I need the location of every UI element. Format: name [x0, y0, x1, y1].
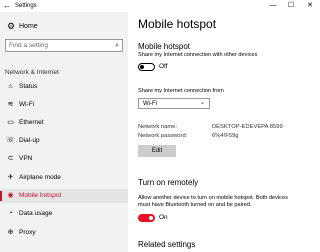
- share-from-label: Share my Internet connection from: [138, 88, 224, 94]
- maximize-button[interactable]: ☐: [283, 0, 299, 12]
- sidebar-item-airplane-mode[interactable]: ✈ Airplane mode: [0, 171, 128, 185]
- main-content: Mobile hotspot Mobile hotspot Share my I…: [128, 12, 320, 252]
- wifi-icon: ≋: [7, 101, 14, 108]
- back-arrow-icon[interactable]: ←: [3, 1, 11, 11]
- vpn-icon: ⊂: [7, 155, 14, 162]
- sidebar-item-wifi[interactable]: ≋ Wi-Fi: [0, 98, 128, 112]
- edit-button[interactable]: Edit: [138, 145, 176, 157]
- related-settings-heading: Related settings: [138, 240, 196, 249]
- page-title: Mobile hotspot: [138, 17, 217, 31]
- sidebar-item-vpn[interactable]: ⊂ VPN: [0, 152, 128, 166]
- hotspot-toggle[interactable]: [138, 63, 155, 71]
- hotspot-description: Share my Internet connection with other …: [138, 52, 258, 58]
- minimize-button[interactable]: —: [265, 0, 281, 12]
- status-icon: ⌂: [8, 83, 13, 90]
- hotspot-toggle-state: Off: [159, 63, 168, 70]
- network-name-value: DESKTOP-EDEVEPA 8599: [212, 124, 283, 130]
- network-password-value: 6%4!F59g: [212, 133, 239, 139]
- home-link[interactable]: ⚙ Home: [0, 20, 128, 34]
- window-title: Settings: [15, 3, 37, 9]
- search-icon[interactable]: ⌕: [115, 41, 119, 50]
- remote-heading: Turn on remotely: [138, 178, 199, 187]
- sidebar-item-label: Data usage: [19, 210, 53, 217]
- share-from-selected: Wi-Fi: [143, 101, 157, 107]
- sidebar-item-label: Wi-Fi: [19, 101, 35, 108]
- search-input[interactable]: Find a setting ⌕: [5, 39, 123, 52]
- network-password-label: Network password:: [138, 133, 188, 139]
- close-button[interactable]: ✕: [302, 0, 318, 12]
- phone-icon: ☏: [6, 137, 15, 144]
- sidebar-item-mobile-hotspot[interactable]: ◉ Mobile hotspot: [0, 189, 128, 203]
- network-name-label: Network name:: [138, 124, 177, 130]
- gear-icon: ⚙: [7, 21, 16, 31]
- home-label: Home: [19, 23, 38, 30]
- remote-description-line2: must have Bluetooth turned on and be pai…: [138, 202, 252, 208]
- chevron-down-icon: ⌄: [199, 100, 205, 106]
- sidebar-item-status[interactable]: ⌂ Status: [0, 80, 128, 94]
- hotspot-icon: ◉: [7, 192, 14, 199]
- airplane-icon: ✈: [7, 174, 14, 181]
- sidebar-item-label: Proxy: [19, 229, 36, 236]
- search-placeholder: Find a setting: [9, 42, 49, 49]
- sidebar-item-label: Ethernet: [19, 119, 44, 126]
- ethernet-icon: ▭: [7, 119, 14, 126]
- hotspot-heading: Mobile hotspot: [138, 42, 191, 51]
- section-heading: Network & Internet: [5, 69, 59, 76]
- sidebar-item-proxy[interactable]: ⊕ Proxy: [0, 226, 128, 240]
- sidebar-item-label: Mobile hotspot: [19, 192, 62, 199]
- remote-toggle[interactable]: [138, 214, 155, 222]
- sidebar-item-data-usage[interactable]: ◔ Data usage: [0, 207, 128, 221]
- sidebar-item-ethernet[interactable]: ▭ Ethernet: [0, 116, 128, 130]
- remote-toggle-state: On: [159, 214, 168, 221]
- data-usage-icon: ◔: [8, 210, 13, 217]
- sidebar: ⚙ Home Find a setting ⌕ Network & Intern…: [0, 12, 128, 252]
- sidebar-item-label: Dial-up: [19, 137, 40, 144]
- remote-description-line1: Allow another device to turn on mobile h…: [138, 195, 288, 201]
- sidebar-item-label: VPN: [19, 155, 33, 162]
- sidebar-item-label: Status: [19, 83, 38, 90]
- share-from-dropdown[interactable]: Wi-Fi ⌄: [138, 98, 210, 109]
- title-bar: ← Settings — ☐ ✕: [0, 0, 320, 12]
- sidebar-item-label: Airplane mode: [19, 174, 61, 181]
- sidebar-item-dialup[interactable]: ☏ Dial-up: [0, 134, 128, 148]
- globe-icon: ⊕: [7, 229, 14, 236]
